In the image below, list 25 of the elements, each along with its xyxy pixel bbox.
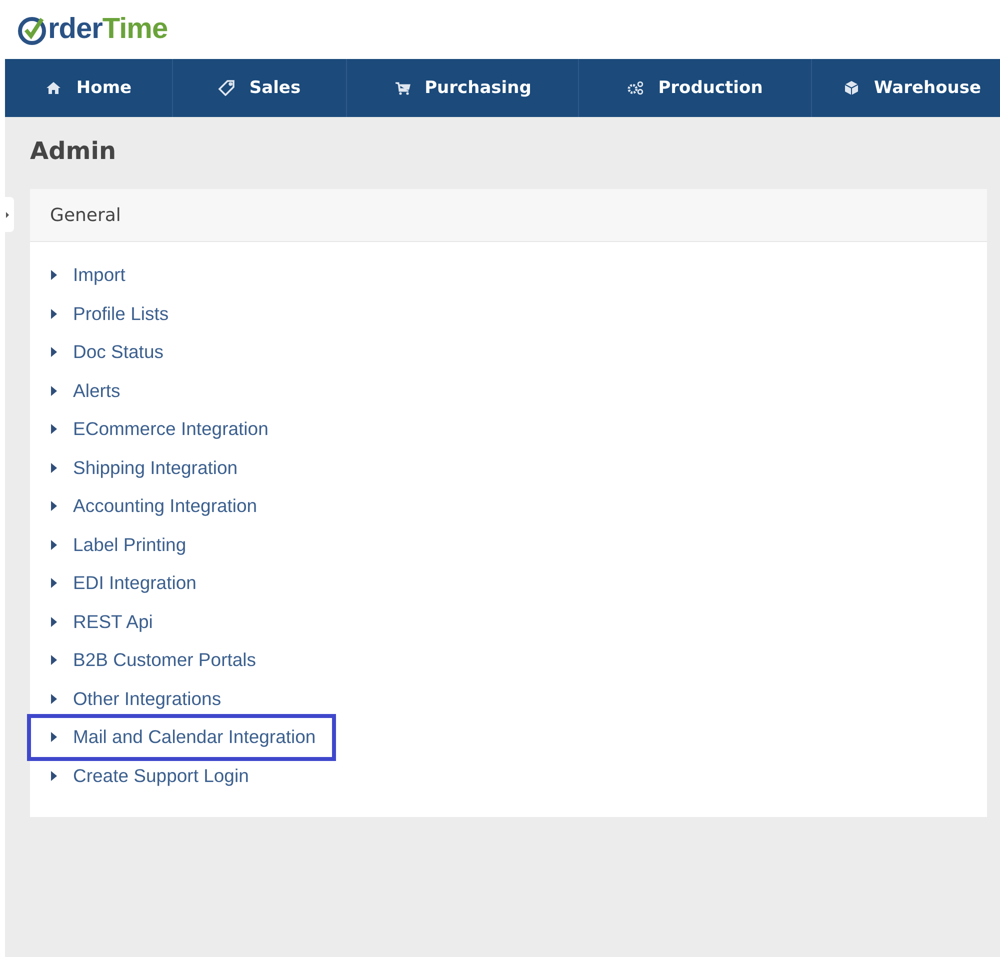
nav-tab[interactable]: Warehouse [812,59,1000,117]
menu-link[interactable]: Mail and Calendar Integration [27,714,336,761]
caret-icon [51,386,57,396]
logo[interactable]: rderTime [17,13,168,46]
gears-icon [627,80,644,96]
caret-icon [51,732,57,742]
caret-icon [51,540,57,550]
caret-icon [51,424,57,434]
panel-title: General [50,204,121,226]
caret-icon [51,655,57,666]
caret-icon [51,501,57,512]
caret-icon [51,578,57,588]
caret-icon [51,616,57,627]
caret-icon [51,694,57,704]
caret-icon [51,462,57,473]
cube-icon [842,80,860,96]
caret-icon [51,770,57,781]
cart-icon [394,80,411,96]
caret-icon [51,347,57,358]
tag-icon [218,80,236,96]
clock-check-icon [17,14,47,44]
caret-icon [51,270,57,280]
page-title: Admin [30,136,118,167]
home-icon [45,80,62,96]
caret-icon [51,308,57,319]
